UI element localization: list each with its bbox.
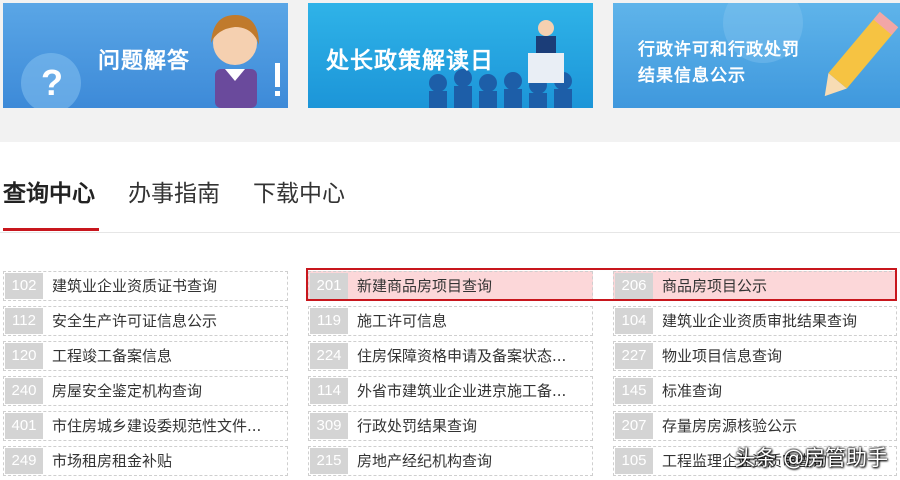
query-item[interactable]: 227 物业项目信息查询 xyxy=(613,341,897,371)
query-item[interactable]: 145 标准查询 xyxy=(613,376,897,406)
query-item[interactable]: 215 房地产经纪机构查询 xyxy=(308,446,593,476)
item-label: 标准查询 xyxy=(662,382,723,400)
item-number: 104 xyxy=(615,308,653,334)
item-label: 工程竣工备案信息 xyxy=(52,347,173,365)
item-number: 120 xyxy=(5,343,43,369)
query-item[interactable]: 224 住房保障资格申请及备案状态... xyxy=(308,341,593,371)
item-label: 安全生产许可证信息公示 xyxy=(52,312,218,330)
banner-title: 处长政策解读日 xyxy=(326,48,494,74)
banner-title: 问题解答 xyxy=(98,49,191,74)
query-item[interactable]: 206 商品房项目公示 xyxy=(613,271,897,301)
item-number: 105 xyxy=(615,448,653,474)
item-number: 309 xyxy=(310,413,348,439)
query-item[interactable]: 104 建筑业企业资质审批结果查询 xyxy=(613,306,897,336)
item-number: 215 xyxy=(310,448,348,474)
banner-title-line1: 行政许可和行政处罚 xyxy=(638,40,800,60)
query-item[interactable]: 309 行政处罚结果查询 xyxy=(308,411,593,441)
item-number: 207 xyxy=(615,413,653,439)
banner-public-notice[interactable]: 行政许可和行政处罚 结果信息公示 xyxy=(613,3,900,108)
item-label: 住房保障资格申请及备案状态... xyxy=(357,347,567,365)
item-label: 行政处罚结果查询 xyxy=(357,417,478,435)
item-number: 201 xyxy=(310,273,348,299)
watermark: 头条 @房管助手 xyxy=(734,446,888,470)
banner-policy[interactable]: 处长政策解读日 xyxy=(308,3,593,108)
item-number: 227 xyxy=(615,343,653,369)
tab-query-center[interactable]: 查询中心 xyxy=(3,174,95,208)
item-label: 房屋安全鉴定机构查询 xyxy=(52,382,203,400)
item-label: 物业项目信息查询 xyxy=(662,347,783,365)
banner-title-line2: 结果信息公示 xyxy=(638,66,746,86)
query-item[interactable]: 120 工程竣工备案信息 xyxy=(3,341,288,371)
item-label: 市场租房租金补贴 xyxy=(52,452,173,470)
item-label: 房地产经纪机构查询 xyxy=(357,452,493,470)
item-number: 249 xyxy=(5,448,43,474)
item-number: 119 xyxy=(310,308,348,334)
item-label: 市住房城乡建设委规范性文件... xyxy=(52,417,262,435)
item-label: 施工许可信息 xyxy=(357,312,448,330)
tab-bar: 查询中心 办事指南 下载中心 xyxy=(0,170,900,233)
item-label: 建筑业企业资质证书查询 xyxy=(52,277,218,295)
item-label: 商品房项目公示 xyxy=(662,277,768,295)
item-number: 112 xyxy=(5,308,43,334)
active-tab-indicator xyxy=(3,228,99,231)
item-number: 401 xyxy=(5,413,43,439)
query-item[interactable]: 401 市住房城乡建设委规范性文件... xyxy=(3,411,288,441)
banner-area: ? 问题解答 处长政策解读日 行政许可和行政处罚 结果信息公示 xyxy=(0,0,900,142)
item-label: 新建商品房项目查询 xyxy=(357,277,493,295)
query-item[interactable]: 207 存量房房源核验公示 xyxy=(613,411,897,441)
query-item[interactable]: 201 新建商品房项目查询 xyxy=(308,271,593,301)
item-number: 145 xyxy=(615,378,653,404)
banner-faq[interactable]: ? 问题解答 xyxy=(3,3,288,108)
item-number: 240 xyxy=(5,378,43,404)
item-label: 存量房房源核验公示 xyxy=(662,417,798,435)
item-number: 206 xyxy=(615,273,653,299)
tab-service-guide[interactable]: 办事指南 xyxy=(128,174,220,208)
query-item[interactable]: 102 建筑业企业资质证书查询 xyxy=(3,271,288,301)
svg-text:?: ? xyxy=(41,62,63,103)
item-number: 224 xyxy=(310,343,348,369)
query-item[interactable]: 112 安全生产许可证信息公示 xyxy=(3,306,288,336)
query-item[interactable]: 119 施工许可信息 xyxy=(308,306,593,336)
query-item[interactable]: 249 市场租房租金补贴 xyxy=(3,446,288,476)
tab-download-center[interactable]: 下载中心 xyxy=(253,174,345,208)
item-label: 外省市建筑业企业进京施工备... xyxy=(357,382,567,400)
query-item[interactable]: 114 外省市建筑业企业进京施工备... xyxy=(308,376,593,406)
item-number: 102 xyxy=(5,273,43,299)
item-label: 建筑业企业资质审批结果查询 xyxy=(662,312,858,330)
query-item[interactable]: 240 房屋安全鉴定机构查询 xyxy=(3,376,288,406)
item-number: 114 xyxy=(310,378,348,404)
